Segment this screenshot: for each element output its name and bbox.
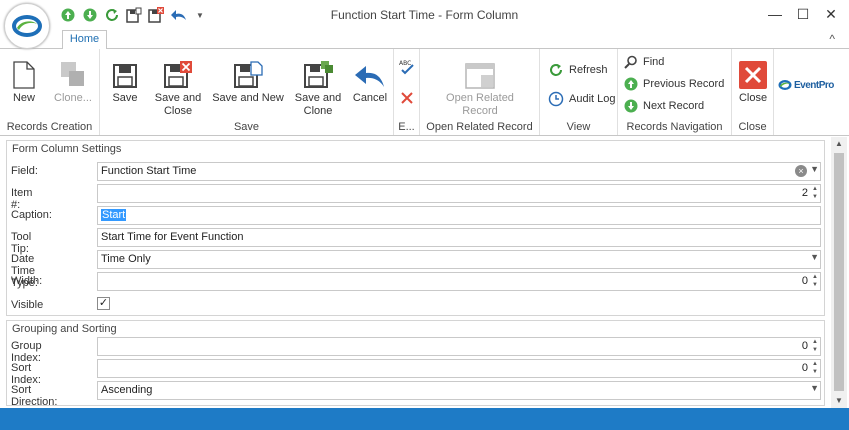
delete-button[interactable] [400,89,414,107]
clone-button[interactable]: Clone... [50,53,96,105]
visible-checkbox[interactable]: ✓ [97,297,110,310]
title-bar: Function Start Time - Form Column ▼ — ☐ … [0,0,849,30]
delete-x-icon [401,92,413,104]
group-label-edit: E... [398,121,415,133]
open-related-record-button[interactable]: Open Related Record [440,53,520,118]
chevron-down-icon[interactable]: ▼ [810,252,819,262]
tool-tip-input[interactable]: Start Time for Event Function [97,228,821,247]
status-bar [0,408,849,430]
save-down-icon[interactable] [82,7,98,23]
ribbon-tabs: Home ^ [0,30,849,49]
scrollbar-thumb[interactable] [834,153,844,391]
date-time-type-select[interactable]: Time Only ▼ [97,250,821,269]
quick-access-toolbar: ▼ [60,5,208,25]
close-red-icon [736,53,770,89]
group-close: Close Close [732,49,774,135]
caption-input[interactable]: Start [97,206,821,225]
cancel-button[interactable]: Cancel [350,53,390,105]
ribbon: New Clone... Records Creation Save Save … [0,48,849,136]
new-document-icon [6,53,42,89]
sort-direction-select[interactable]: Ascending ▼ [97,381,821,400]
form-column-settings-panel: Form Column Settings Field: Function Sta… [6,140,825,316]
chevron-down-icon[interactable]: ▼ [810,164,819,174]
eventpro-logo-icon [778,80,792,90]
group-save: Save Save and Close Save and New Save an… [100,49,394,135]
spell-check-icon: ABC [399,60,414,75]
group-label-records-navigation: Records Navigation [626,121,723,133]
window-controls: — ☐ ✕ [761,3,845,25]
clear-icon[interactable]: × [795,165,807,177]
spin-buttons-icon[interactable]: ▲ ▼ [810,273,820,290]
refresh-button[interactable]: Refresh [548,61,608,79]
save-and-new-button[interactable]: Save and New [210,53,286,105]
eventpro-logo: EventPro [778,79,834,91]
group-label-view: View [566,121,591,133]
minimize-icon[interactable]: — [761,3,789,25]
save-up-icon[interactable] [60,7,76,23]
save-and-new-icon[interactable] [126,7,142,23]
spin-buttons-icon[interactable]: ▲ ▼ [810,185,820,202]
spin-buttons-icon[interactable]: ▲ ▼ [810,338,820,355]
arrow-down-icon [624,99,638,113]
undo-icon[interactable] [170,7,186,23]
chevron-down-icon[interactable]: ▼ [810,383,819,393]
save-and-clone-button[interactable]: Save and Clone [290,53,346,118]
width-input[interactable]: 0 ▲ ▼ [97,272,821,291]
clone-icon [50,53,96,89]
group-view: Refresh Audit Log View [540,49,618,135]
save-and-close-button[interactable]: Save and Close [150,53,206,118]
next-record-button[interactable]: Next Record [624,97,704,115]
item-number-input[interactable]: 2 ▲ ▼ [97,184,821,203]
group-label-open-related: Open Related Record [426,121,533,133]
window-icon [440,53,520,89]
group-edit: ABC E... [394,49,420,135]
grouping-sorting-panel: Grouping and Sorting Group Index: 0 ▲ ▼ S… [6,320,825,408]
group-label-save: Save [233,121,260,133]
scroll-up-icon[interactable]: ▲ [831,137,847,151]
refresh-icon[interactable] [104,7,120,23]
tab-home[interactable]: Home [62,30,107,49]
arrow-up-icon [624,77,638,91]
vertical-scrollbar[interactable]: ▲ ▼ [831,137,847,408]
save-and-close-icon [150,53,206,89]
group-records-navigation: Find Previous Record Next Record Records… [618,49,732,135]
close-icon[interactable]: ✕ [817,3,845,25]
app-logo-icon[interactable] [4,3,50,49]
refresh-icon [550,64,562,76]
svg-text:ABC: ABC [399,60,411,67]
clock-icon [548,91,564,107]
previous-record-button[interactable]: Previous Record [624,75,724,93]
save-button[interactable]: Save [106,53,144,105]
close-button[interactable]: Close [736,53,770,105]
grouping-sorting-title: Grouping and Sorting [12,323,117,335]
save-icon [106,53,144,89]
group-records-creation: New Clone... Records Creation [0,49,100,135]
field-combobox[interactable]: Function Start Time × ▼ [97,162,821,181]
save-and-new-icon [210,53,286,89]
group-index-input[interactable]: 0 ▲ ▼ [97,337,821,356]
find-button[interactable]: Find [624,53,664,71]
form-content: Form Column Settings Field: Function Sta… [0,137,849,408]
group-label-records-creation: Records Creation [6,121,93,133]
undo-arrow-icon [350,53,390,89]
save-and-close-icon[interactable] [148,7,164,23]
group-label-close: Close [738,121,767,133]
new-button[interactable]: New [6,53,42,105]
maximize-icon[interactable]: ☐ [789,3,817,25]
scroll-down-icon[interactable]: ▼ [831,394,847,408]
sort-index-input[interactable]: 0 ▲ ▼ [97,359,821,378]
group-open-related: Open Related Record Open Related Record [420,49,540,135]
audit-log-button[interactable]: Audit Log [548,90,615,108]
save-and-clone-icon [290,53,346,89]
spell-check-button[interactable]: ABC [398,57,416,75]
search-icon [624,55,637,69]
collapse-ribbon-icon[interactable]: ^ [829,32,835,46]
form-column-settings-title: Form Column Settings [12,143,122,155]
spin-buttons-icon[interactable]: ▲ ▼ [810,360,820,377]
customize-dropdown-icon[interactable]: ▼ [192,7,208,23]
